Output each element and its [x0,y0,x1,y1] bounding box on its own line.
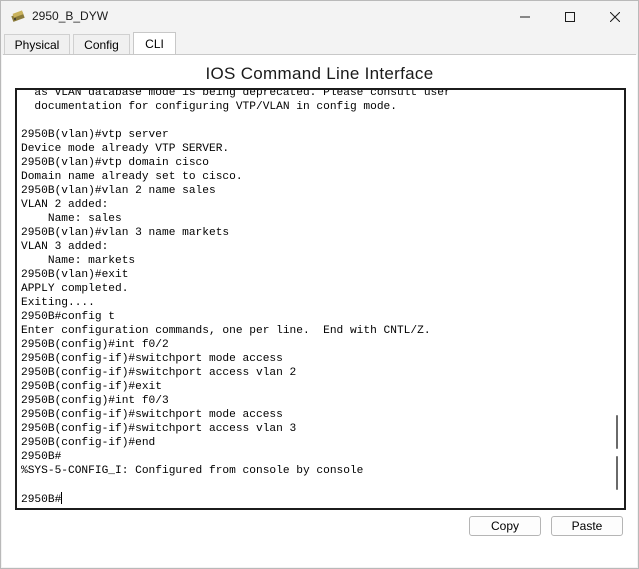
terminal-line: VLAN 3 added: [21,241,109,253]
close-button[interactable] [592,1,638,32]
tab-cli[interactable]: CLI [133,32,176,54]
terminal-output: as VLAN database mode is being deprecate… [21,88,601,506]
terminal-line: 2950B(vlan)#vlan 3 name markets [21,227,230,239]
scroll-thumb-upper[interactable] [616,415,618,449]
terminal-line: 2950B(config-if)#switchport access vlan … [21,367,297,379]
cisco-device-icon [10,8,26,24]
terminal-line: as VLAN database mode is being deprecate… [21,88,451,99]
terminal-scrollbar[interactable] [610,90,624,508]
terminal-line: 2950B# [21,451,62,463]
terminal-line: Domain name already set to cisco. [21,171,243,183]
terminal-line: VLAN 2 added: [21,199,109,211]
terminal-line: 2950B(config-if)#switchport mode access [21,409,283,421]
terminal-line: Name: sales [21,213,122,225]
terminal-line: 2950B#config t [21,311,115,323]
terminal-line: APPLY completed. [21,283,129,295]
scroll-thumb-lower[interactable] [616,456,618,490]
terminal-line: 2950B(vlan)#vtp domain cisco [21,157,209,169]
close-icon [610,11,620,22]
maximize-icon [565,11,575,22]
terminal-line: %SYS-5-CONFIG_I: Configured from console… [21,465,364,477]
terminal-line: 2950B(config)#int f0/2 [21,339,169,351]
terminal-line: 2950B(vlan)#vlan 2 name sales [21,185,216,197]
terminal-line: 2950B(config-if)#end [21,437,156,449]
terminal-line: 2950B(vlan)#exit [21,269,129,281]
window-title: 2950_B_DYW [32,9,109,23]
terminal-line: 2950B(config)#int f0/3 [21,395,169,407]
tab-physical[interactable]: Physical [4,34,70,54]
title-bar[interactable]: 2950_B_DYW [1,1,638,32]
cli-terminal[interactable]: as VLAN database mode is being deprecate… [15,88,626,510]
terminal-prompt: 2950B# [21,494,62,506]
terminal-prompt-line[interactable]: 2950B# [21,492,601,506]
terminal-line: documentation for configuring VTP/VLAN i… [21,101,397,113]
minimize-icon [520,16,530,17]
copy-button[interactable]: Copy [469,516,541,536]
terminal-line: Enter configuration commands, one per li… [21,325,431,337]
device-window: 2950_B_DYW Physical Config CLI IOS Comma… [0,0,639,569]
terminal-line: Exiting.... [21,297,95,309]
page-title: IOS Command Line Interface [205,64,434,83]
cli-panel: IOS Command Line Interface as VLAN datab… [2,55,637,567]
tab-bar: Physical Config CLI [3,32,636,55]
terminal-line: 2950B(config-if)#switchport mode access [21,353,283,365]
text-cursor [61,492,63,504]
paste-button[interactable]: Paste [551,516,623,536]
terminal-line: 2950B(config-if)#switchport access vlan … [21,423,297,435]
terminal-line: 2950B(vlan)#vtp server [21,129,169,141]
terminal-line: Device mode already VTP SERVER. [21,143,230,155]
terminal-line: 2950B(config-if)#exit [21,381,162,393]
tab-config[interactable]: Config [73,34,130,54]
maximize-button[interactable] [547,1,593,32]
terminal-line: Name: markets [21,255,136,267]
minimize-button[interactable] [502,1,548,32]
